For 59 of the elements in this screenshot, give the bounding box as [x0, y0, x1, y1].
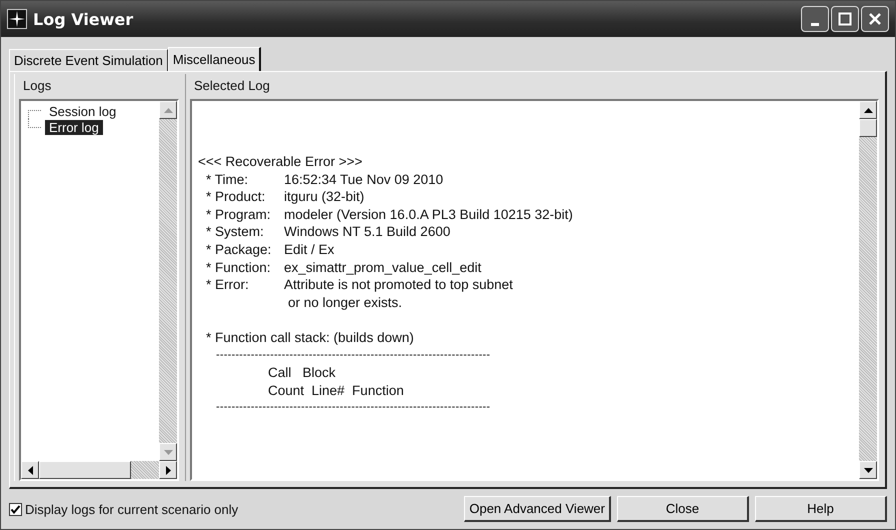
down-arrow-icon — [864, 468, 872, 472]
log-field-value: modeler (Version 16.0.A PL3 Build 10215 32-bit) — [284, 206, 573, 224]
log-rule-line: ----------------------------------------------------------------------- — [215, 348, 492, 363]
scroll-thumb[interactable] — [859, 119, 877, 137]
log-field-label: * Error: — [206, 276, 250, 294]
log-field-label: * Program: — [206, 206, 272, 224]
minimize-icon — [811, 22, 819, 26]
scroll-left-button[interactable] — [21, 461, 39, 479]
vertical-scrollbar[interactable] — [859, 101, 877, 479]
log-field-value: 16:52:34 Tue Nov 09 2010 — [284, 170, 444, 188]
dialog-button[interactable]: Open Advanced Viewer — [464, 496, 611, 522]
left-arrow-icon — [28, 466, 32, 474]
tree-line-icon — [28, 110, 42, 119]
log-field-label: * Function: — [206, 258, 272, 276]
log-field-label: * Package: — [206, 240, 272, 259]
right-arrow-icon — [166, 466, 170, 474]
horizontal-scrollbar[interactable] — [21, 461, 177, 479]
log-field-label: * System: — [206, 223, 265, 241]
group-title: Logs — [22, 77, 52, 95]
log-field-value: Attribute is not promoted to top subnet — [284, 276, 513, 294]
tab[interactable]: Discrete Event Simulation — [9, 49, 168, 71]
scroll-thumb[interactable] — [39, 461, 131, 479]
minimize-button[interactable] — [801, 6, 829, 32]
star-icon — [7, 9, 27, 29]
log-line: * Function call stack: (builds down) — [205, 328, 415, 347]
up-arrow-icon — [164, 108, 172, 112]
up-arrow-icon — [864, 108, 872, 112]
tree-line-icon — [28, 119, 42, 128]
dialog-button[interactable]: Help — [755, 496, 887, 522]
log-line: Count Line# Function — [267, 382, 405, 400]
log-field-value: Windows NT 5.1 Build 2600 — [284, 223, 450, 241]
scroll-up-button[interactable] — [859, 101, 877, 119]
log-field-label: * Product: — [206, 188, 266, 206]
scroll-up-button[interactable] — [159, 101, 177, 119]
vertical-scrollbar[interactable] — [159, 101, 177, 461]
window-title: Log Viewer — [33, 10, 134, 28]
dialog-button[interactable]: Close — [617, 496, 749, 522]
log-line: <<< Recoverable Error >>> — [198, 153, 364, 171]
scroll-down-button[interactable] — [859, 461, 877, 479]
tab[interactable]: Miscellaneous — [168, 47, 262, 71]
log-field-label: * Time: — [206, 170, 250, 188]
maximize-icon — [838, 12, 852, 26]
log-field-value: Edit / Ex — [284, 240, 334, 259]
log-line: or no longer exists. — [287, 294, 404, 312]
down-arrow-icon — [164, 450, 172, 454]
checkbox[interactable] — [9, 502, 22, 516]
close-button[interactable] — [861, 6, 889, 32]
log-rule-line: ----------------------------------------------------------------------- — [215, 400, 492, 416]
scroll-right-button[interactable] — [159, 461, 177, 479]
close-icon — [868, 12, 882, 26]
log-item[interactable]: Error log — [45, 120, 103, 134]
scroll-down-button[interactable] — [159, 443, 177, 461]
checkmark-icon — [10, 504, 21, 514]
log-line: Call Block — [267, 364, 337, 382]
maximize-button[interactable] — [831, 6, 859, 32]
log-field-value: ex_simattr_prom_value_cell_edit — [284, 258, 482, 276]
log-item[interactable]: Session log — [45, 104, 120, 118]
log-field-value: itguru (32-bit) — [284, 188, 364, 206]
group-title: Selected Log — [193, 77, 271, 95]
